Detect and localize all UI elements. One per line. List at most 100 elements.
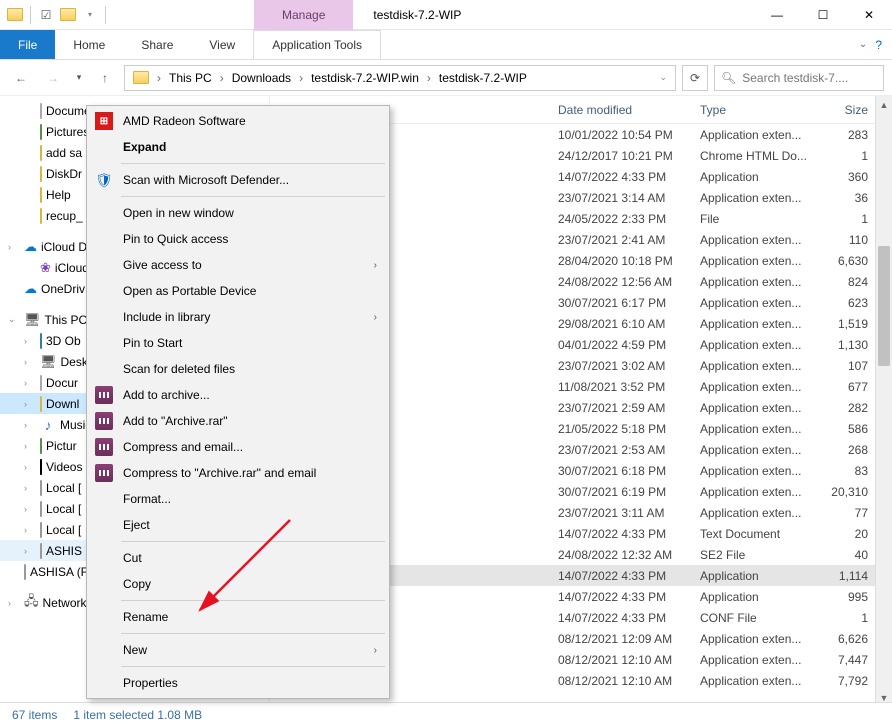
window-controls: — ☐ ✕ [754, 0, 892, 30]
menu-item[interactable]: 🛡Scan with Microsoft Defender... [89, 167, 387, 193]
column-size[interactable]: Size [820, 103, 868, 117]
chevron-icon[interactable]: › [24, 483, 36, 493]
menu-item[interactable]: Add to archive... [89, 382, 387, 408]
vertical-scrollbar[interactable]: ▲ ▼ [875, 96, 892, 706]
context-menu[interactable]: ⊞AMD Radeon SoftwareExpand 🛡Scan with Mic… [86, 105, 390, 699]
chevron-icon[interactable]: › [24, 420, 36, 430]
tab-home[interactable]: Home [55, 30, 123, 59]
file-date: 11/08/2021 3:52 PM [558, 380, 700, 394]
chevron-icon[interactable]: ⌄ [8, 314, 20, 325]
qat-dropdown-icon[interactable]: ▾ [81, 6, 99, 24]
menu-item[interactable]: Add to "Archive.rar" [89, 408, 387, 434]
chevron-icon[interactable]: › [8, 598, 20, 608]
menu-item[interactable]: Include in library› [89, 304, 387, 330]
file-size: 268 [820, 443, 868, 457]
chevron-icon[interactable]: › [24, 462, 36, 472]
rar-icon [95, 412, 113, 430]
menu-item[interactable]: Scan for deleted files [89, 356, 387, 382]
chevron-icon[interactable]: › [24, 546, 36, 556]
menu-item[interactable]: Open as Portable Device [89, 278, 387, 304]
chevron-down-icon[interactable]: ⌄ [859, 39, 867, 50]
scrollbar-thumb[interactable] [878, 246, 890, 366]
menu-item[interactable]: Compress and email... [89, 434, 387, 460]
tab-share[interactable]: Share [123, 30, 191, 59]
file-type: Application exten... [700, 653, 820, 667]
tree-item-label: Pictures [46, 125, 89, 139]
tab-file[interactable]: File [0, 30, 55, 59]
tree-item-label: Local [ [46, 481, 81, 495]
chevron-icon[interactable]: › [24, 357, 36, 367]
breadcrumb-part[interactable]: This PC [165, 71, 216, 85]
file-type: Application exten... [700, 464, 820, 478]
menu-item[interactable]: Open in new window [89, 200, 387, 226]
breadcrumb[interactable]: › This PC › Downloads › testdisk-7.2-WIP… [124, 65, 676, 91]
file-size: 1,114 [820, 569, 868, 583]
chevron-right-icon[interactable]: › [155, 71, 163, 85]
menu-item[interactable]: Rename [89, 604, 387, 630]
status-item-count: 67 items [12, 708, 57, 722]
chevron-icon[interactable]: › [8, 242, 20, 252]
menu-item[interactable]: Cut [89, 545, 387, 571]
menu-item[interactable]: Copy [89, 571, 387, 597]
shield-icon: 🛡 [95, 171, 113, 189]
file-date: 04/01/2022 4:59 PM [558, 338, 700, 352]
tab-view[interactable]: View [191, 30, 253, 59]
tab-application-tools[interactable]: Application Tools [253, 30, 381, 59]
close-button[interactable]: ✕ [846, 0, 892, 30]
menu-item[interactable]: Compress to "Archive.rar" and email [89, 460, 387, 486]
menu-item[interactable]: Expand [89, 134, 387, 160]
tree-item-icon [24, 565, 26, 579]
menu-item[interactable]: Properties [89, 670, 387, 696]
menu-item[interactable]: Format... [89, 486, 387, 512]
properties-icon[interactable]: ☑ [37, 6, 55, 24]
file-size: 36 [820, 191, 868, 205]
back-button[interactable]: ← [8, 65, 34, 91]
menu-item[interactable]: Give access to› [89, 252, 387, 278]
chevron-icon[interactable]: › [24, 378, 36, 388]
chevron-right-icon[interactable]: › [218, 71, 226, 85]
chevron-icon[interactable]: › [24, 504, 36, 514]
file-date: 29/08/2021 6:10 AM [558, 317, 700, 331]
menu-item[interactable]: Pin to Start [89, 330, 387, 356]
file-type: Application exten... [700, 254, 820, 268]
chevron-right-icon[interactable]: › [425, 71, 433, 85]
file-date: 14/07/2022 4:33 PM [558, 527, 700, 541]
manage-tab[interactable]: Manage [254, 0, 353, 30]
menu-item[interactable]: Pin to Quick access [89, 226, 387, 252]
tree-item-icon: 🖥 [24, 312, 41, 328]
search-input[interactable]: 🔍︎ Search testdisk-7.... [714, 65, 884, 91]
tree-item-label: Videos [46, 460, 82, 474]
menu-item-label: Scan for deleted files [123, 362, 235, 376]
chevron-icon[interactable]: › [24, 336, 36, 346]
tree-item-icon [40, 167, 42, 181]
menu-item-label: New [123, 643, 147, 657]
recent-dropdown-icon[interactable]: ▾ [72, 65, 86, 91]
file-date: 23/07/2021 2:59 AM [558, 401, 700, 415]
address-dropdown-icon[interactable]: ⌄ [659, 72, 671, 83]
chevron-icon[interactable]: › [24, 441, 36, 451]
maximize-button[interactable]: ☐ [800, 0, 846, 30]
chevron-icon[interactable]: › [24, 399, 36, 409]
menu-separator [121, 196, 385, 197]
up-button[interactable]: ↑ [92, 65, 118, 91]
menu-item[interactable]: ⊞AMD Radeon Software [89, 108, 387, 134]
breadcrumb-part[interactable]: testdisk-7.2-WIP [435, 71, 531, 85]
new-folder-icon[interactable] [59, 6, 77, 24]
column-date[interactable]: Date modified [558, 103, 700, 117]
forward-button[interactable]: → [40, 65, 66, 91]
refresh-button[interactable]: ⟳ [682, 65, 708, 91]
folder-icon [133, 71, 149, 84]
chevron-icon[interactable]: › [24, 525, 36, 535]
file-date: 23/07/2021 2:53 AM [558, 443, 700, 457]
breadcrumb-part[interactable]: testdisk-7.2-WIP.win [307, 71, 423, 85]
file-size: 995 [820, 590, 868, 604]
menu-item[interactable]: Eject [89, 512, 387, 538]
menu-item[interactable]: New› [89, 637, 387, 663]
help-icon[interactable]: ? [875, 38, 882, 52]
minimize-button[interactable]: — [754, 0, 800, 30]
breadcrumb-part[interactable]: Downloads [228, 71, 295, 85]
scroll-up-icon[interactable]: ▲ [876, 96, 892, 113]
column-type[interactable]: Type [700, 103, 820, 117]
file-date: 14/07/2022 4:33 PM [558, 590, 700, 604]
chevron-right-icon[interactable]: › [297, 71, 305, 85]
